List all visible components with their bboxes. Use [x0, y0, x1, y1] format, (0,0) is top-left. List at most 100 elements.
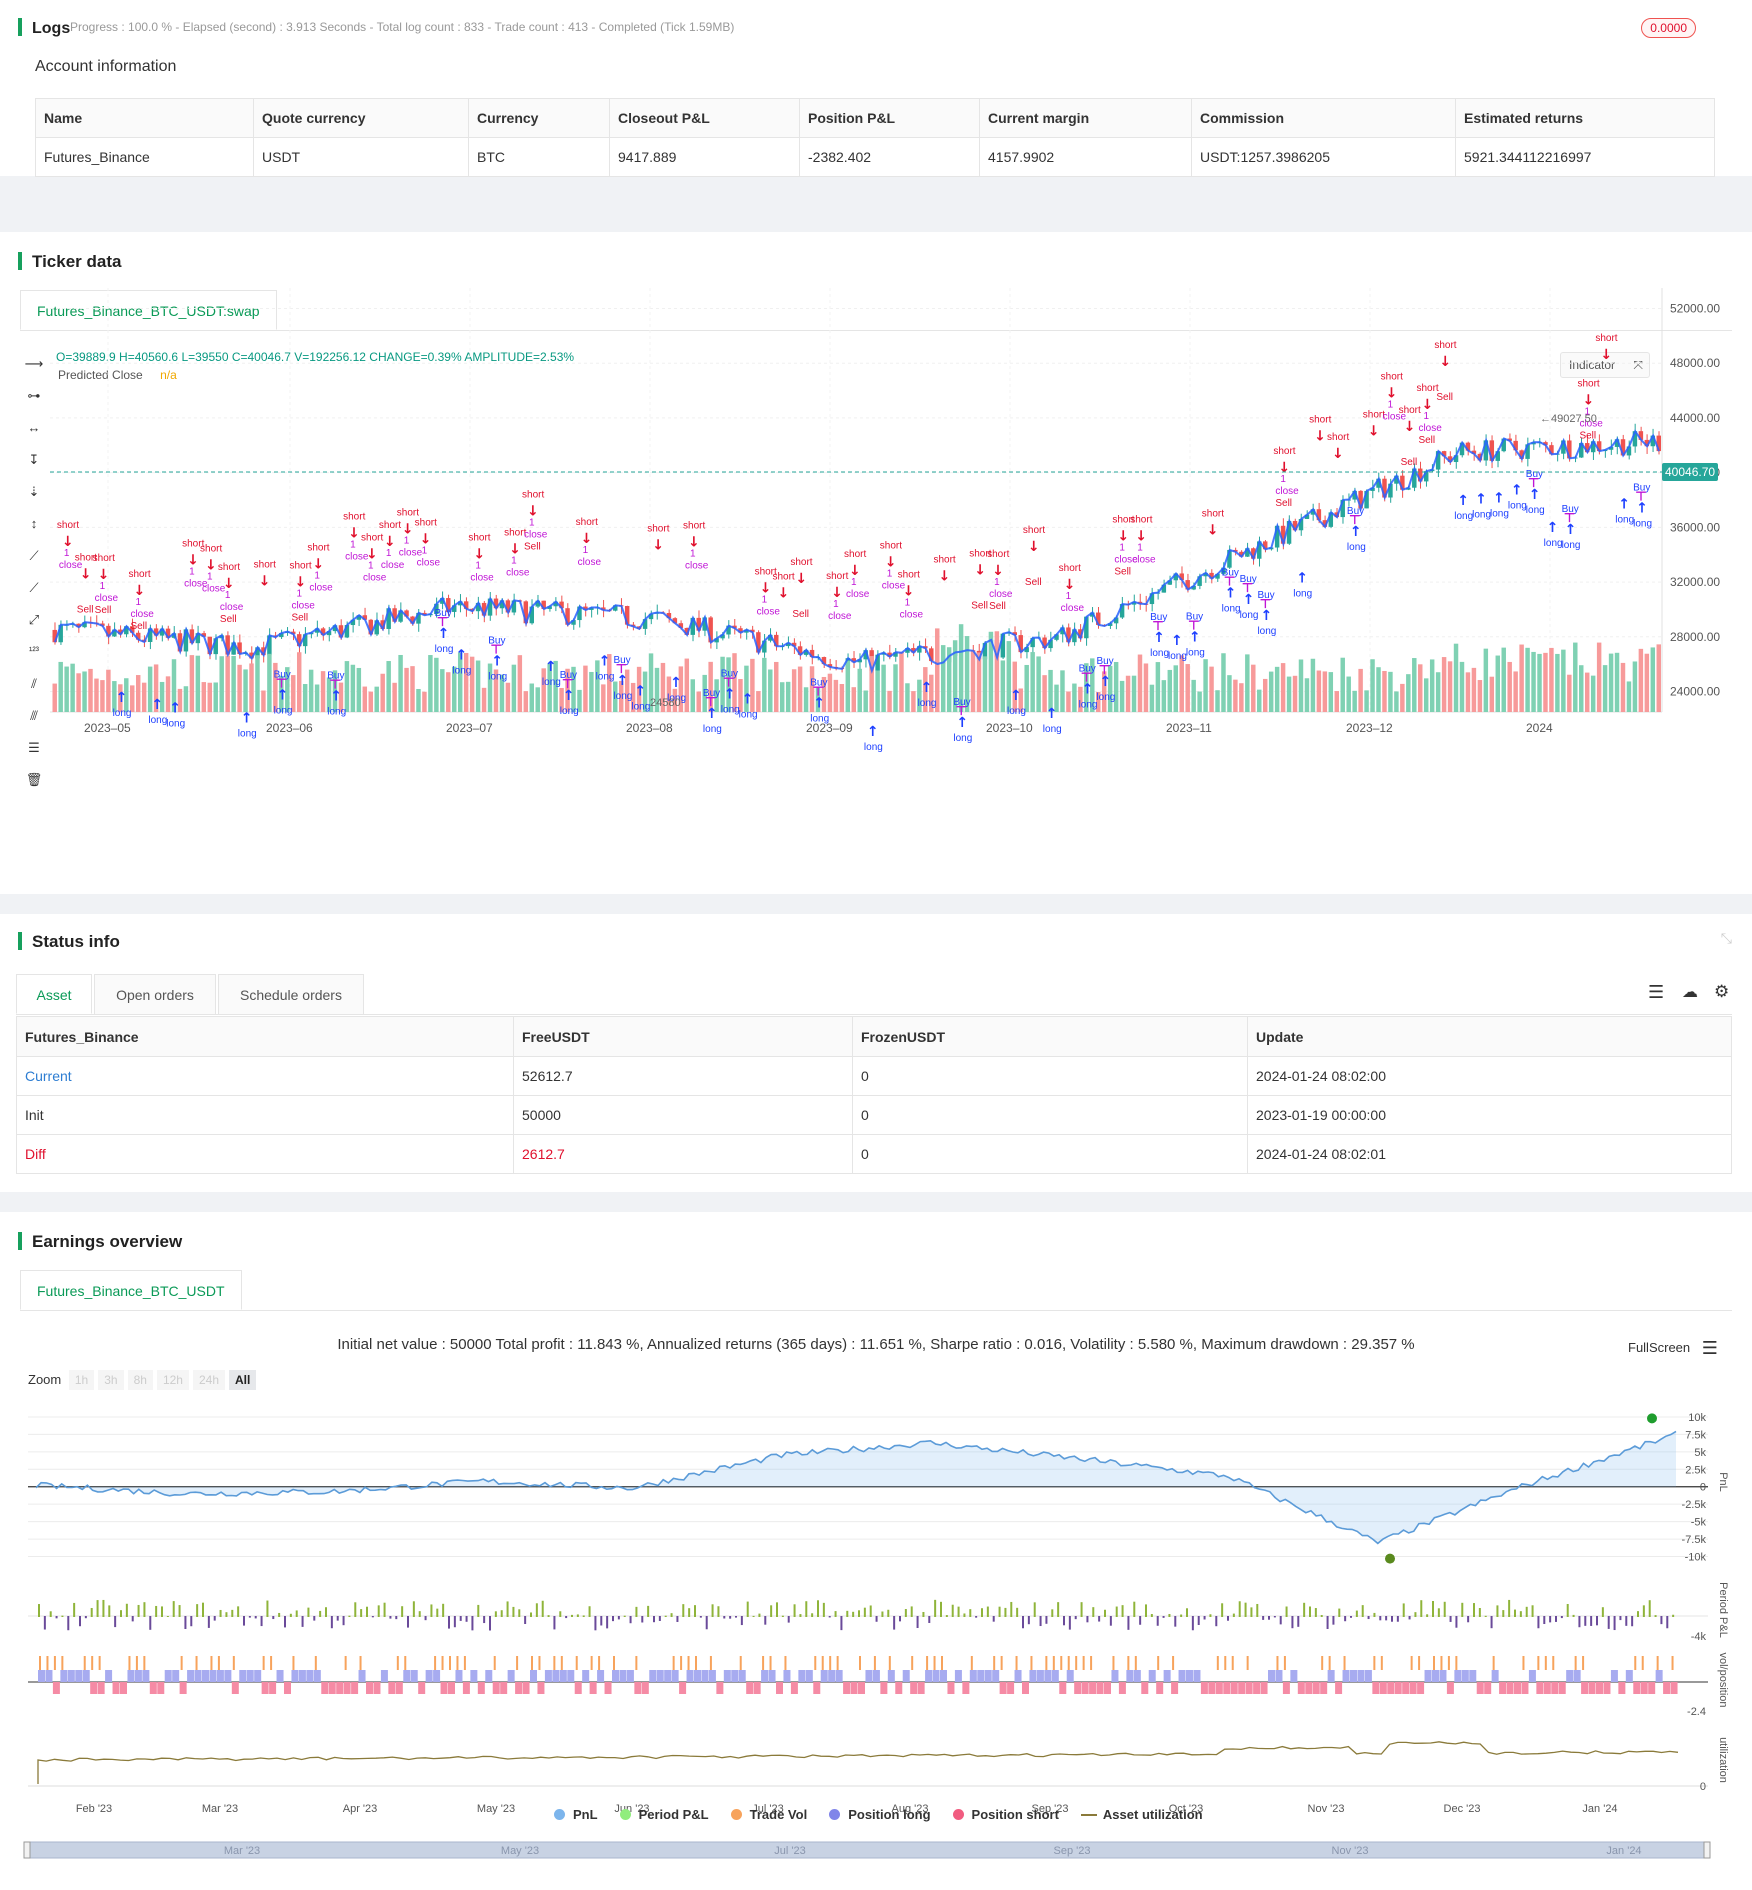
legend-position-short[interactable]: Position short [952, 1807, 1059, 1822]
signal-label-sell: Sell [1275, 498, 1292, 509]
period-pnl-bar [1402, 1603, 1405, 1617]
period-pnl-bar [366, 1606, 368, 1617]
close-marker-icon: ⊤ [1098, 663, 1110, 678]
tab-asset[interactable]: Asset [16, 974, 92, 1014]
position-long-bar [239, 1670, 247, 1682]
volume-bar [601, 684, 606, 712]
cloud-upload-icon[interactable]: ☁ [1682, 982, 1698, 1002]
position-long-bar [932, 1670, 940, 1682]
collapse-icon[interactable]: ⤡ [1721, 930, 1732, 947]
legend-period-pnl[interactable]: Period P&L [619, 1807, 709, 1822]
signal-label-close: close [381, 560, 405, 571]
position-short-bar [343, 1682, 351, 1694]
period-pnl-bar [330, 1616, 333, 1629]
volume-bar [1435, 672, 1441, 712]
position-short-bar [746, 1682, 754, 1694]
period-pnl-bar [1385, 1616, 1388, 1621]
period-pnl-bar [1016, 1607, 1019, 1617]
signal-label-one: 1 [1066, 591, 1072, 602]
volume-bar [1489, 676, 1495, 712]
position-long-bar [544, 1670, 552, 1682]
legend-position-long[interactable]: Position long [829, 1807, 931, 1822]
legend-asset-utilization[interactable]: Asset utilization [1080, 1807, 1203, 1822]
position-long-bar [1186, 1670, 1193, 1682]
signal-label-one: 1 [1137, 543, 1143, 554]
period-pnl-bar [1086, 1616, 1089, 1623]
volume-bar [1567, 674, 1572, 712]
volume-bar [207, 682, 212, 712]
period-pnl-bar [1426, 1614, 1429, 1617]
period-pnl-bar [383, 1602, 386, 1617]
signal-label-close: close [309, 583, 333, 594]
position-short-bar [492, 1682, 500, 1694]
volume-bar [1507, 661, 1512, 712]
trade-vol-bar [836, 1656, 839, 1670]
volume-bar [1614, 652, 1620, 712]
period-pnl-bar [371, 1616, 374, 1618]
trade-vol-bar [933, 1656, 936, 1670]
position-short-bar [1215, 1682, 1223, 1694]
period-pnl-bar [289, 1613, 292, 1617]
volume-bar [1310, 658, 1316, 712]
trade-vol-bar [1075, 1656, 1078, 1670]
position-long-bar [597, 1670, 605, 1682]
row-label-init: Init [16, 1095, 514, 1135]
period-pnl-bar [1519, 1611, 1522, 1617]
period-pnl-bar [143, 1602, 146, 1617]
period-pnl-bar [125, 1603, 128, 1617]
signal-label-short: short [1399, 405, 1421, 416]
period-pnl-bar [940, 1601, 942, 1617]
period-pnl-bar [530, 1612, 532, 1617]
volume-bar [684, 658, 690, 712]
asset-utilization-line [37, 1741, 1679, 1784]
trade-vol-bar [1544, 1656, 1547, 1670]
settings-gear-icon[interactable]: ⚙ [1714, 982, 1729, 1002]
legend-pnl[interactable]: PnL [554, 1807, 598, 1822]
signal-label-sell: Sell [291, 613, 308, 624]
trade-vol-bar [888, 1656, 891, 1670]
candlestick-chart[interactable]: 52000.0048000.0044000.0040000.0036000.00… [0, 232, 1752, 894]
period-pnl-bar [957, 1606, 960, 1617]
earnings-chart[interactable]: 10k7.5k5k2.5k0-2.5k-5k-7.5k-10k-4k-2.40P… [0, 1212, 1752, 1890]
period-pnl-bar [524, 1616, 527, 1624]
long-arrow-icon: ↑ [1171, 633, 1183, 649]
row-label-current: Current [16, 1056, 514, 1096]
period-pnl-bar [67, 1616, 70, 1631]
period-pnl-bar [1186, 1608, 1188, 1617]
position-long-bar [902, 1670, 910, 1682]
volume-bar [70, 663, 75, 712]
period-pnl-bar [1396, 1616, 1399, 1622]
trade-vol-bar [1418, 1656, 1421, 1670]
period-pnl-bar [1666, 1616, 1669, 1629]
period-pnl-bar [1391, 1616, 1393, 1622]
account-col-commission: Commission [1191, 98, 1456, 138]
position-short-bar [90, 1682, 98, 1694]
volume-bar [779, 682, 785, 712]
volume-bar [905, 683, 910, 712]
trade-vol-bar [1447, 1656, 1450, 1670]
period-pnl-bar [1227, 1616, 1229, 1621]
period-pnl-bar [389, 1616, 392, 1619]
period-pnl-bar [61, 1615, 64, 1617]
list-view-icon[interactable]: ☰ [1648, 982, 1664, 1003]
volume-bar [791, 669, 797, 712]
position-short-bar [1499, 1682, 1507, 1694]
trade-vol-bar [1082, 1656, 1085, 1670]
signal-label-long: long [1472, 510, 1491, 521]
position-long-bar [306, 1670, 314, 1682]
period-pnl-bar [1098, 1616, 1101, 1622]
tab-schedule-orders[interactable]: Schedule orders [218, 974, 364, 1014]
account-header-row: Name Quote currency Currency Closeout P&… [35, 98, 1715, 138]
volume-bar [1298, 659, 1304, 712]
asset-header-row: Futures_Binance FreeUSDT FrozenUSDT Upda… [16, 1016, 1732, 1057]
signal-label-long: long [327, 707, 346, 718]
period-pnl-bar [108, 1605, 111, 1617]
period-pnl-bar [219, 1609, 222, 1617]
period-pnl-bar [594, 1616, 597, 1631]
long-arrow-icon: ↑ [921, 680, 933, 696]
legend-trade-vol[interactable]: Trade Vol [730, 1807, 807, 1822]
tab-open-orders[interactable]: Open orders [94, 974, 216, 1014]
position-short-bar [1484, 1682, 1492, 1694]
signal-label-short: short [647, 523, 669, 534]
trade-vol-bar [1276, 1656, 1279, 1670]
